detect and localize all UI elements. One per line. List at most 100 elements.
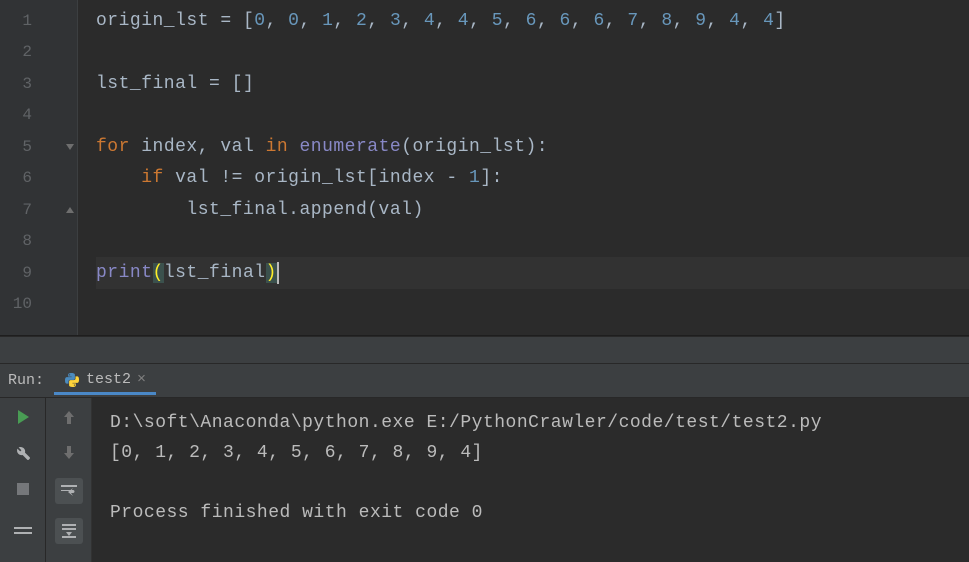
code-editor[interactable]: 12345678910 origin_lst = [0, 0, 1, 2, 3,… [0, 0, 969, 336]
python-icon [64, 372, 80, 388]
code-token: 1 [322, 11, 333, 31]
line-number: 8 [0, 232, 40, 250]
code-token: index [141, 137, 198, 157]
code-line[interactable]: lst_final = [] [96, 68, 969, 100]
code-token: 6 [593, 11, 604, 31]
code-line[interactable]: if val != origin_lst[index - 1]: [96, 163, 969, 195]
code-token: , [435, 11, 458, 31]
code-token: lst_final.append(val) [186, 200, 423, 220]
code-token: 4 [729, 11, 740, 31]
line-number: 6 [0, 169, 40, 187]
code-line[interactable]: lst_final.append(val) [96, 194, 969, 226]
code-token: ]: [480, 168, 503, 188]
gutter-line[interactable]: 3 [0, 68, 77, 100]
code-token: print [96, 263, 153, 283]
soft-wrap-icon[interactable] [55, 478, 83, 504]
code-token: 4 [424, 11, 435, 31]
code-token: lst_final [164, 263, 266, 283]
gutter-line[interactable]: 8 [0, 226, 77, 258]
gutter-line[interactable]: 1 [0, 5, 77, 37]
code-token: 1 [469, 168, 480, 188]
more-icon[interactable] [12, 520, 34, 542]
line-number: 4 [0, 106, 40, 124]
code-token: 7 [627, 11, 638, 31]
code-token: 3 [390, 11, 401, 31]
line-number: 1 [0, 12, 40, 30]
rerun-button[interactable] [12, 406, 34, 428]
code-token: , [198, 137, 221, 157]
up-arrow-icon[interactable] [58, 406, 80, 428]
line-number: 7 [0, 201, 40, 219]
stop-button[interactable] [12, 478, 34, 500]
line-number: 5 [0, 138, 40, 156]
gutter-line[interactable]: 2 [0, 37, 77, 69]
code-token: 4 [458, 11, 469, 31]
code-token: - [446, 168, 469, 188]
code-token: , [266, 11, 289, 31]
code-token: , [469, 11, 492, 31]
code-token: val [175, 168, 220, 188]
run-panel-body: D:\soft\Anaconda\python.exe E:/PythonCra… [0, 398, 969, 562]
code-token: ) [266, 263, 277, 283]
code-token: [] [232, 74, 255, 94]
gutter-line[interactable]: 9 [0, 257, 77, 289]
wrench-icon[interactable] [12, 442, 34, 464]
code-token: enumerate [299, 137, 401, 157]
scroll-to-end-icon[interactable] [55, 518, 83, 544]
code-line[interactable]: for index, val in enumerate(origin_lst): [96, 131, 969, 163]
code-content[interactable]: origin_lst = [0, 0, 1, 2, 3, 4, 4, 5, 6,… [78, 0, 969, 335]
code-token: ( [153, 263, 164, 283]
code-token: 6 [526, 11, 537, 31]
code-token: in [266, 137, 300, 157]
code-line[interactable] [96, 37, 969, 69]
gutter-line[interactable]: 10 [0, 289, 77, 321]
fold-open-icon[interactable] [65, 142, 75, 152]
fold-close-icon[interactable] [65, 205, 75, 215]
code-token: 6 [560, 11, 571, 31]
code-token: lst_final [96, 74, 209, 94]
code-token: , [605, 11, 628, 31]
down-arrow-icon[interactable] [58, 442, 80, 464]
editor-gutter: 1 2 3 4 5 6 7 8 9 10 [0, 0, 78, 335]
code-token: , [673, 11, 696, 31]
gutter-line[interactable]: 5 [0, 131, 77, 163]
line-number: 10 [0, 295, 40, 313]
close-tab-icon[interactable]: × [137, 371, 146, 388]
code-line[interactable]: origin_lst = [0, 0, 1, 2, 3, 4, 4, 5, 6,… [96, 5, 969, 37]
text-caret [277, 262, 279, 284]
code-token: 9 [695, 11, 706, 31]
code-token: [ [243, 11, 254, 31]
panel-divider[interactable] [0, 336, 969, 364]
code-token: (origin_lst): [401, 137, 548, 157]
code-token: 2 [356, 11, 367, 31]
code-token: origin_lst [96, 11, 220, 31]
gutter-line[interactable]: 7 [0, 194, 77, 226]
line-number: 3 [0, 75, 40, 93]
code-token: , [299, 11, 322, 31]
code-token: ] [774, 11, 785, 31]
run-tab-label: test2 [86, 371, 131, 388]
gutter-line[interactable]: 6 [0, 163, 77, 195]
run-panel-header: Run: test2 × [0, 364, 969, 398]
code-token: 0 [254, 11, 265, 31]
code-token: origin_lst[index [254, 168, 446, 188]
code-token [96, 168, 141, 188]
console-line [110, 468, 951, 498]
code-token: , [740, 11, 763, 31]
code-token: = [209, 74, 232, 94]
console-line: D:\soft\Anaconda\python.exe E:/PythonCra… [110, 408, 951, 438]
code-token: for [96, 137, 141, 157]
code-line[interactable] [96, 289, 969, 321]
gutter-line[interactable]: 4 [0, 100, 77, 132]
code-token: , [707, 11, 730, 31]
line-number: 9 [0, 264, 40, 282]
code-line[interactable]: print(lst_final) [96, 257, 969, 289]
run-tab-test2[interactable]: test2 × [54, 367, 156, 395]
code-token: val [220, 137, 265, 157]
code-token: 0 [288, 11, 299, 31]
code-line[interactable] [96, 226, 969, 258]
code-token: 5 [492, 11, 503, 31]
code-token: , [503, 11, 526, 31]
console-output[interactable]: D:\soft\Anaconda\python.exe E:/PythonCra… [92, 398, 969, 562]
code-line[interactable] [96, 100, 969, 132]
